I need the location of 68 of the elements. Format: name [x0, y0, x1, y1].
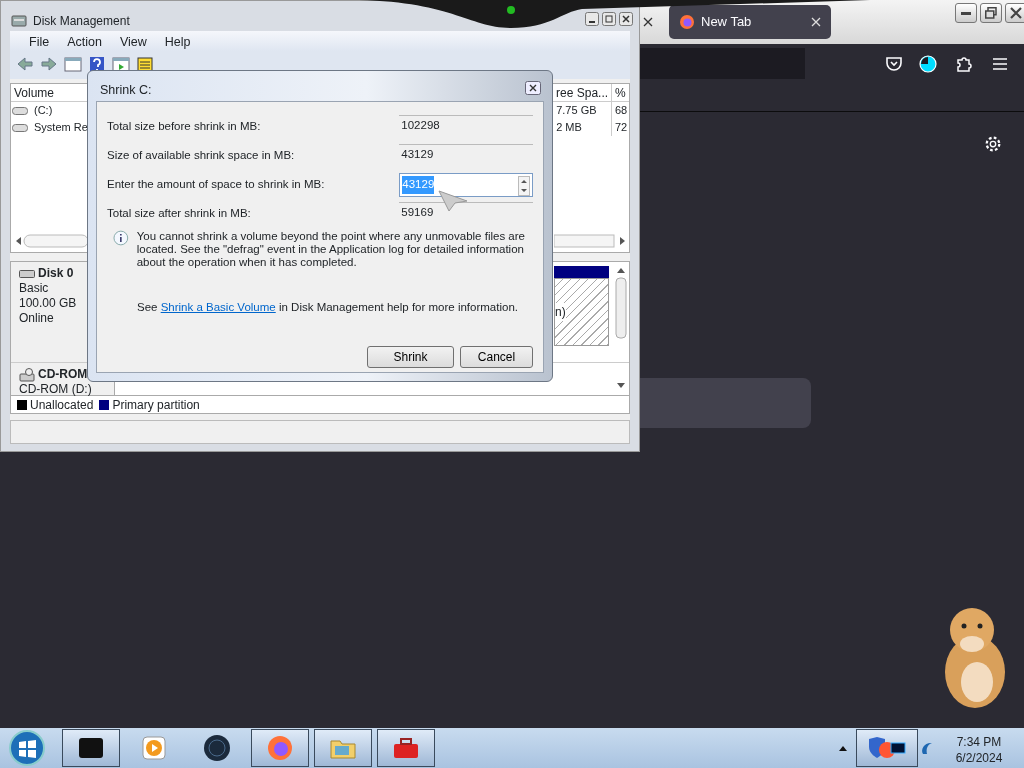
- menu-item[interactable]: File: [20, 31, 59, 51]
- readonly-field: 43129: [399, 143, 533, 168]
- close-icon: [1010, 7, 1022, 19]
- legend-label: Unallocated: [30, 396, 94, 414]
- field-label: Total size after shrink in MB:: [107, 205, 252, 221]
- column-header[interactable]: %: [611, 84, 629, 101]
- taskbar-button[interactable]: [377, 729, 435, 767]
- readonly-field: 102298: [399, 114, 533, 139]
- back-arrow-icon[interactable]: [16, 56, 34, 74]
- forward-arrow-icon[interactable]: [40, 56, 58, 74]
- taskbar-button[interactable]: [251, 729, 309, 767]
- field-label: Total size before shrink in MB:: [107, 118, 262, 134]
- close-button[interactable]: [525, 81, 541, 95]
- tray-icons[interactable]: [867, 736, 907, 760]
- table-cell-text: (C:): [33, 103, 54, 119]
- disk-detail: CD-ROM (D:): [19, 382, 93, 397]
- drive-icon: [12, 105, 28, 116]
- restore-icon: [985, 7, 997, 19]
- scrollbar-track-end[interactable]: [554, 234, 626, 248]
- table-cell: 68: [611, 102, 629, 119]
- partition-label: n): [555, 303, 566, 321]
- menu-item[interactable]: Help: [155, 31, 200, 51]
- minimize-icon: [961, 11, 971, 15]
- shrink-button[interactable]: Shrink: [367, 346, 454, 369]
- restore-button[interactable]: [980, 3, 1002, 23]
- settings-icon[interactable]: [984, 135, 1002, 153]
- maximize-button[interactable]: [602, 12, 616, 26]
- pocket-icon[interactable]: [884, 54, 904, 74]
- clock-time[interactable]: 7:34 PM: [934, 734, 1024, 750]
- disk-detail: Basic: [19, 281, 50, 296]
- drive-icon: [12, 122, 28, 133]
- minimize-button[interactable]: [585, 12, 599, 26]
- cancel-button[interactable]: Cancel: [460, 346, 533, 369]
- disk-detail: 100.00 GB: [19, 296, 78, 311]
- info-icon: [113, 230, 129, 246]
- info-text: You cannot shrink a volume beyond the point where any unmovable files are located. See the "defrag" event in the Application log for detailed information about the operation when it has completed.: [136, 230, 526, 269]
- minimize-button[interactable]: [955, 3, 977, 23]
- close-button[interactable]: [619, 12, 633, 26]
- field-label: Enter the amount of space to shrink in MB:: [107, 176, 326, 192]
- dialog-title: Shrink C:: [100, 82, 152, 99]
- help-text: See Shrink a Basic Volume in Disk Management help for more information.: [136, 300, 519, 315]
- table-cell-text: System Re: [33, 120, 89, 136]
- account-icon[interactable]: [918, 54, 938, 74]
- clock-date[interactable]: 6/2/2024: [934, 750, 1024, 766]
- start-button[interactable]: [7, 728, 47, 768]
- horizontal-scrollbar[interactable]: [15, 234, 88, 248]
- table-cell: 72: [611, 119, 629, 136]
- help-link[interactable]: Shrink a Basic Volume: [160, 301, 276, 313]
- cd-drive-icon: [19, 367, 35, 382]
- disk-detail: Online: [19, 311, 55, 326]
- taskbar-button[interactable]: [62, 729, 120, 767]
- taskbar-button[interactable]: [314, 729, 372, 767]
- partition-block[interactable]: n): [554, 278, 609, 346]
- close-icon[interactable]: [643, 17, 653, 27]
- menu-item[interactable]: View: [110, 31, 156, 51]
- spinner-arrows-icon[interactable]: [518, 175, 530, 196]
- close-button[interactable]: [1005, 3, 1024, 23]
- disk-name: CD-ROM: [38, 367, 88, 382]
- disk-name: Disk 0: [38, 266, 74, 281]
- legend-label: Primary partition: [112, 396, 200, 414]
- browser-tab[interactable]: New Tab: [669, 5, 831, 39]
- partition-header: [554, 266, 609, 278]
- pointer-icon: [438, 190, 468, 212]
- puzzle-icon[interactable]: [954, 54, 974, 74]
- menu-item[interactable]: Action: [58, 31, 111, 51]
- firefox-icon: [679, 14, 695, 30]
- field-label: Size of available shrink space in MB:: [107, 147, 296, 163]
- window-title: Disk Management: [33, 12, 130, 30]
